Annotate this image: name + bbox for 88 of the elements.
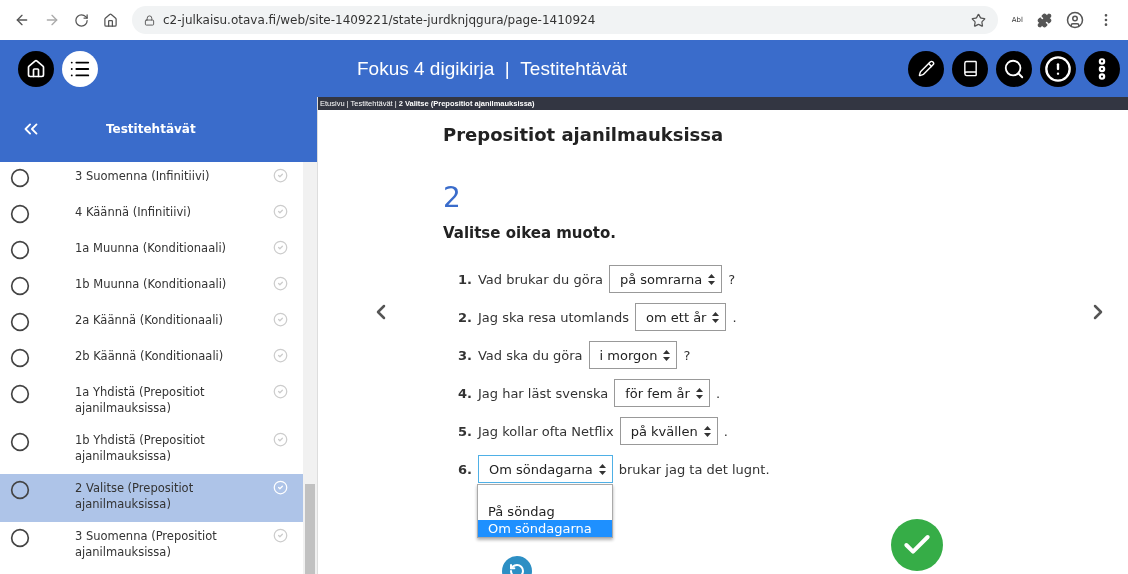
search-icon bbox=[1003, 57, 1025, 80]
alert-icon bbox=[1044, 54, 1072, 83]
reload-icon[interactable] bbox=[74, 12, 89, 28]
address-bar[interactable]: c2-julkaisu.otava.fi/web/site-1409221/state-jurdknjqgura/page-1410924 bbox=[132, 6, 998, 34]
question-text: Jag har läst svenska bbox=[478, 385, 609, 401]
question-text: . bbox=[723, 423, 728, 439]
question-text: Vad brukar du göra bbox=[478, 271, 603, 287]
pencil-icon bbox=[917, 60, 935, 77]
dropdown-option[interactable]: På söndag bbox=[478, 503, 612, 520]
puzzle-icon[interactable] bbox=[1037, 12, 1052, 28]
list-button[interactable] bbox=[62, 50, 98, 87]
answer-select[interactable]: om ett år bbox=[635, 303, 727, 331]
answer-select[interactable]: i morgon bbox=[588, 341, 678, 369]
radio-icon bbox=[10, 432, 30, 452]
more-button[interactable] bbox=[1084, 50, 1120, 87]
pencil-button[interactable] bbox=[908, 50, 944, 87]
question-text: Vad ska du göra bbox=[478, 347, 583, 363]
profile-icon[interactable] bbox=[1066, 11, 1084, 29]
question-number: 4. bbox=[458, 385, 472, 401]
question-text: . bbox=[715, 385, 721, 401]
sort-arrows-icon bbox=[598, 463, 606, 475]
url-text: c2-julkaisu.otava.fi/web/site-1409221/state-jurdknjqgura/page-1410924 bbox=[163, 13, 596, 27]
question-number: 6. bbox=[458, 461, 472, 477]
book-button[interactable] bbox=[952, 50, 988, 87]
question-text: . bbox=[732, 309, 737, 325]
check-icon bbox=[273, 480, 288, 495]
radio-icon bbox=[10, 168, 30, 188]
check-icon bbox=[273, 276, 288, 291]
question-text: Jag ska resa utomlands bbox=[478, 309, 630, 325]
check-icon bbox=[273, 432, 288, 447]
star-icon[interactable] bbox=[970, 12, 986, 28]
answer-select[interactable]: på somrarna bbox=[608, 265, 723, 293]
radio-icon bbox=[10, 204, 30, 224]
sidebar-item[interactable]: 1b Yhdistä (Prepositiot ajanilmauksissa) bbox=[0, 426, 303, 474]
answer-select[interactable]: på kvällen bbox=[619, 417, 718, 445]
check-button[interactable] bbox=[891, 519, 943, 571]
book-icon bbox=[961, 60, 979, 77]
sort-arrows-icon bbox=[712, 311, 720, 323]
sidebar-item[interactable]: 3 Suomenna (Infinitiivi) bbox=[0, 162, 303, 198]
radio-icon bbox=[10, 276, 30, 296]
radio-icon bbox=[10, 240, 30, 260]
alert-button[interactable] bbox=[1040, 50, 1076, 87]
sidebar-item[interactable]: 3 Suomenna (Prepositiot ajanilmauksissa) bbox=[0, 522, 303, 570]
check-icon bbox=[273, 204, 288, 219]
question-number: 1. bbox=[458, 271, 472, 287]
sort-arrows-icon bbox=[663, 349, 671, 361]
scrollbar[interactable] bbox=[303, 162, 317, 574]
sort-arrows-icon bbox=[708, 273, 716, 285]
check-icon bbox=[273, 312, 288, 327]
question-number: 2. bbox=[458, 309, 472, 325]
sidebar-item[interactable]: 4 Käännä (Infinitiivi) bbox=[0, 198, 303, 234]
sort-arrows-icon bbox=[695, 387, 703, 399]
question-number: 3. bbox=[458, 347, 472, 363]
check-icon bbox=[273, 168, 288, 183]
sidebar-title: Testitehtävät bbox=[106, 121, 196, 136]
answer-select[interactable]: för fem år bbox=[614, 379, 710, 407]
sidebar-item[interactable]: 1a Muunna (Konditionaali) bbox=[0, 234, 303, 270]
sort-arrows-icon bbox=[703, 425, 711, 437]
question-text: ? bbox=[683, 347, 691, 363]
instruction: Valitse oikea muoto. bbox=[443, 224, 617, 242]
sidebar-item[interactable]: 2a Käännä (Konditionaali) bbox=[0, 306, 303, 342]
check-icon bbox=[273, 240, 288, 255]
radio-icon bbox=[10, 528, 30, 548]
search-button[interactable] bbox=[996, 50, 1032, 87]
radio-icon bbox=[10, 480, 30, 500]
radio-icon bbox=[10, 312, 30, 332]
home-button[interactable] bbox=[18, 50, 54, 87]
lock-icon bbox=[144, 14, 155, 26]
answer-select[interactable]: Om söndagarna bbox=[478, 455, 613, 483]
check-icon bbox=[273, 384, 288, 399]
check-icon bbox=[273, 348, 288, 363]
sidebar-item[interactable]: 1b Muunna (Konditionaali) bbox=[0, 270, 303, 306]
question-text: Jag kollar ofta Netflix bbox=[478, 423, 614, 439]
home-icon bbox=[26, 58, 46, 79]
question-number: 5. bbox=[458, 423, 472, 439]
check-icon bbox=[273, 528, 288, 543]
radio-icon bbox=[10, 384, 30, 404]
sidebar-item[interactable]: 2 Valitse (Prepositiot ajanilmauksissa) bbox=[0, 474, 303, 522]
window-title: Fokus 4 digikirja | Testitehtävät bbox=[357, 57, 628, 80]
exercise-number: 2 bbox=[443, 181, 462, 214]
page-title: Prepositiot ajanilmauksissa bbox=[443, 124, 725, 145]
sidebar-item[interactable]: 1a Yhdistä (Prepositiot ajanilmauksissa) bbox=[0, 378, 303, 426]
radio-icon bbox=[10, 348, 30, 368]
question-text: brukar jag ta det lugnt. bbox=[618, 461, 770, 477]
sidebar-item[interactable]: 2b Käännä (Konditionaali) bbox=[0, 342, 303, 378]
back-icon[interactable] bbox=[14, 12, 30, 28]
home-icon[interactable] bbox=[103, 12, 118, 28]
question-text: ? bbox=[728, 271, 736, 287]
